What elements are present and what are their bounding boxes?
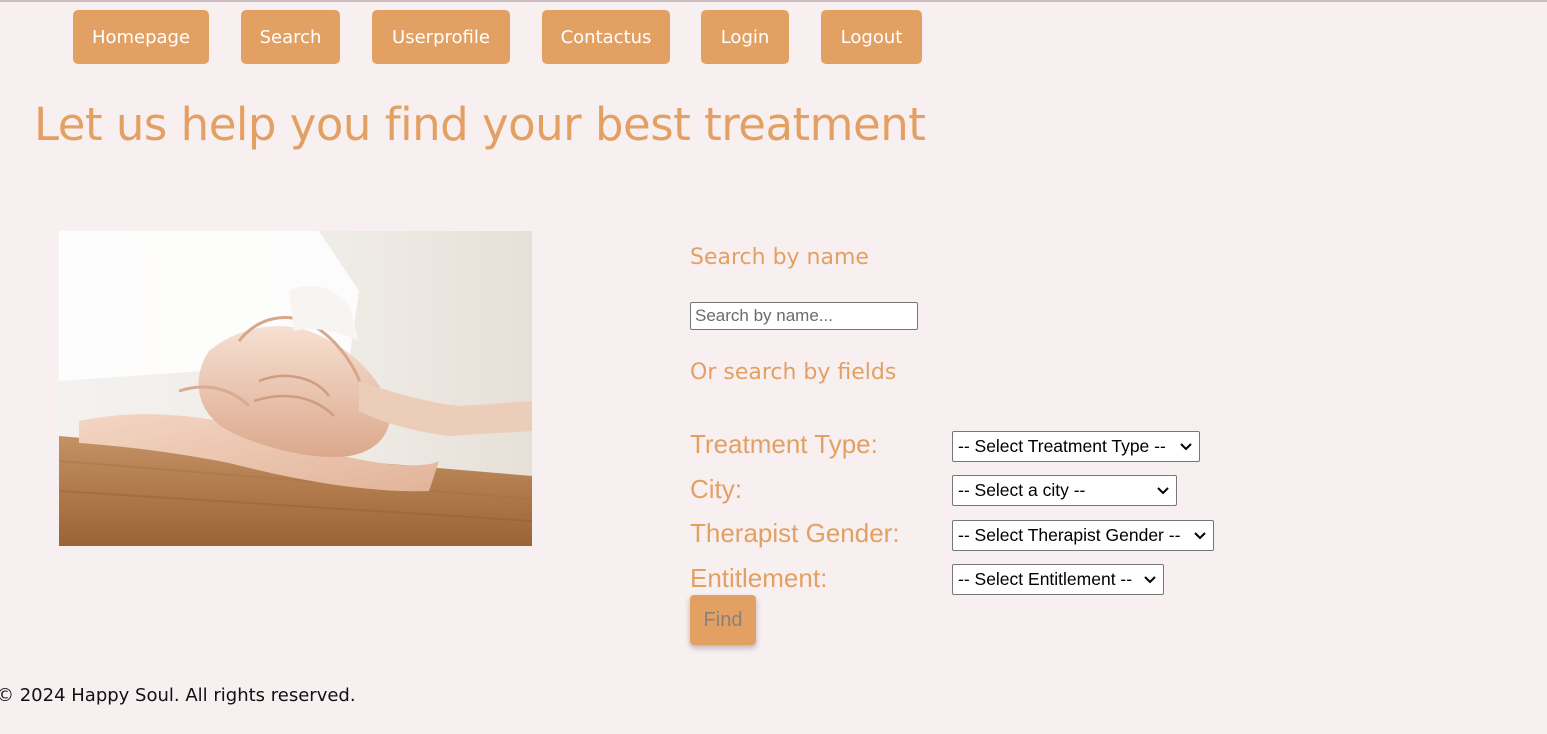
entitlement-selected: -- Select Entitlement -- xyxy=(958,569,1133,589)
search-by-fields-heading: Or search by fields xyxy=(690,360,897,385)
chevron-down-icon xyxy=(1194,531,1206,539)
nav-homepage-button[interactable]: Homepage xyxy=(73,10,209,64)
therapist-gender-select[interactable]: -- Select Therapist Gender -- xyxy=(952,520,1214,551)
page-title: Let us help you find your best treatment xyxy=(34,98,926,151)
city-label: City: xyxy=(690,474,742,504)
footer-copyright: © 2024 Happy Soul. All rights reserved. xyxy=(0,685,356,706)
nav-contactus-button[interactable]: Contactus xyxy=(542,10,670,64)
nav-logout-button[interactable]: Logout xyxy=(821,10,922,64)
chevron-down-icon xyxy=(1157,486,1169,494)
nav-search-button[interactable]: Search xyxy=(241,10,340,64)
chevron-down-icon xyxy=(1144,575,1156,583)
chevron-down-icon xyxy=(1180,442,1192,450)
therapist-gender-label: Therapist Gender: xyxy=(690,518,900,548)
treatment-type-select[interactable]: -- Select Treatment Type -- xyxy=(952,431,1200,462)
treatment-type-selected: -- Select Treatment Type -- xyxy=(958,436,1166,456)
city-selected: -- Select a city -- xyxy=(958,480,1086,500)
city-select[interactable]: -- Select a city -- xyxy=(952,475,1177,506)
therapist-gender-selected: -- Select Therapist Gender -- xyxy=(958,525,1181,545)
search-name-input[interactable] xyxy=(690,302,918,330)
search-by-name-heading: Search by name xyxy=(690,245,869,270)
nav-userprofile-button[interactable]: Userprofile xyxy=(372,10,510,64)
hero-image-holding-hands xyxy=(59,231,532,546)
top-border xyxy=(0,0,1547,2)
find-button[interactable]: Find xyxy=(690,595,756,645)
entitlement-select[interactable]: -- Select Entitlement -- xyxy=(952,564,1164,595)
entitlement-label: Entitlement: xyxy=(690,563,828,593)
nav-login-button[interactable]: Login xyxy=(701,10,789,64)
treatment-type-label: Treatment Type: xyxy=(690,429,878,459)
